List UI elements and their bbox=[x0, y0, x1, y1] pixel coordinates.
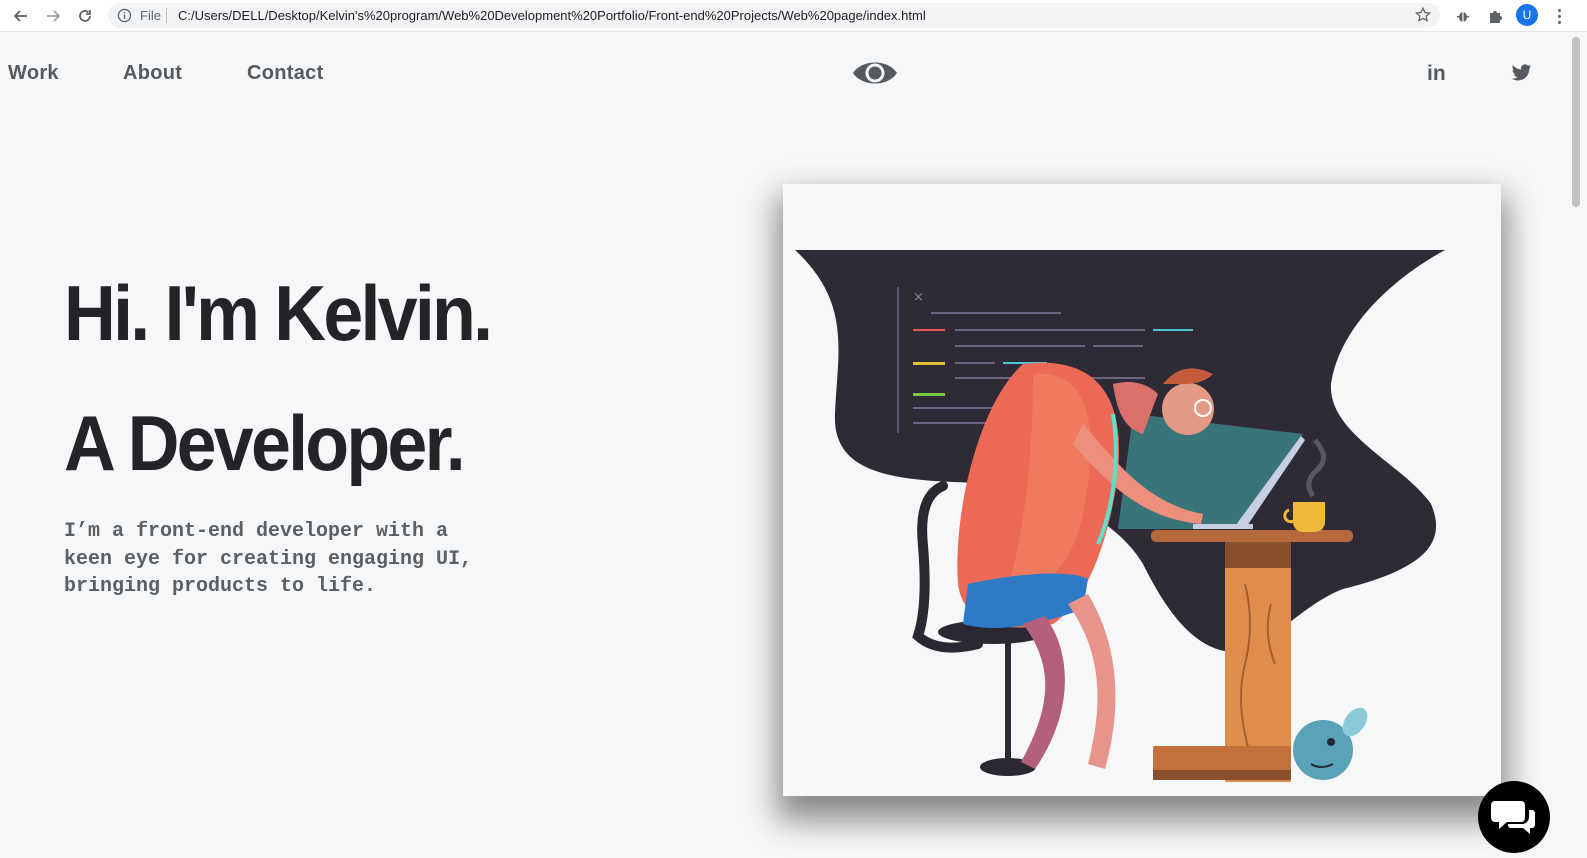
linkedin-icon[interactable]: in bbox=[1427, 62, 1446, 86]
svg-text:×: × bbox=[913, 290, 924, 305]
chat-bubbles-icon bbox=[1491, 801, 1535, 834]
extension-bug-icon[interactable] bbox=[1452, 5, 1474, 27]
nav-contact-link[interactable]: Contact bbox=[247, 62, 324, 85]
divider bbox=[166, 8, 167, 23]
hero-heading-line1: Hi. I'm Kelvin. bbox=[64, 269, 493, 357]
chat-widget-button[interactable] bbox=[1478, 781, 1550, 853]
developer-at-desk-illustration: × bbox=[795, 250, 1445, 782]
page-scrollbar[interactable] bbox=[1568, 33, 1587, 858]
hero-illustration-card: × bbox=[783, 184, 1501, 796]
scheme-label: File bbox=[140, 8, 161, 23]
back-button[interactable] bbox=[10, 5, 32, 27]
url-text[interactable]: C:/Users/DELL/Desktop/Kelvin's%20program… bbox=[178, 8, 926, 23]
scrollbar-thumb[interactable] bbox=[1572, 37, 1580, 207]
extensions-puzzle-icon[interactable] bbox=[1484, 5, 1506, 27]
more-menu-icon[interactable] bbox=[1552, 5, 1566, 27]
arrow-right-icon bbox=[47, 10, 61, 22]
browser-toolbar: File C:/Users/DELL/Desktop/Kelvin's%20pr… bbox=[0, 0, 1587, 32]
info-icon[interactable] bbox=[117, 8, 132, 23]
twitter-icon[interactable] bbox=[1511, 64, 1532, 82]
profile-avatar[interactable]: U bbox=[1516, 4, 1538, 26]
arrow-left-icon bbox=[13, 10, 27, 22]
nav-about-link[interactable]: About bbox=[123, 62, 182, 85]
hero-description: I’m a front-end developer with a keen ey… bbox=[64, 520, 473, 598]
hero-heading-line2: A Developer. bbox=[64, 399, 466, 487]
bookmark-star-icon[interactable] bbox=[1414, 6, 1432, 24]
address-bar[interactable]: File C:/Users/DELL/Desktop/Kelvin's%20pr… bbox=[108, 3, 1440, 28]
reload-button[interactable] bbox=[74, 5, 96, 27]
forward-button[interactable] bbox=[42, 5, 64, 27]
reload-icon bbox=[79, 10, 91, 22]
eye-icon[interactable] bbox=[852, 56, 898, 90]
nav-work-link[interactable]: Work bbox=[8, 62, 59, 85]
